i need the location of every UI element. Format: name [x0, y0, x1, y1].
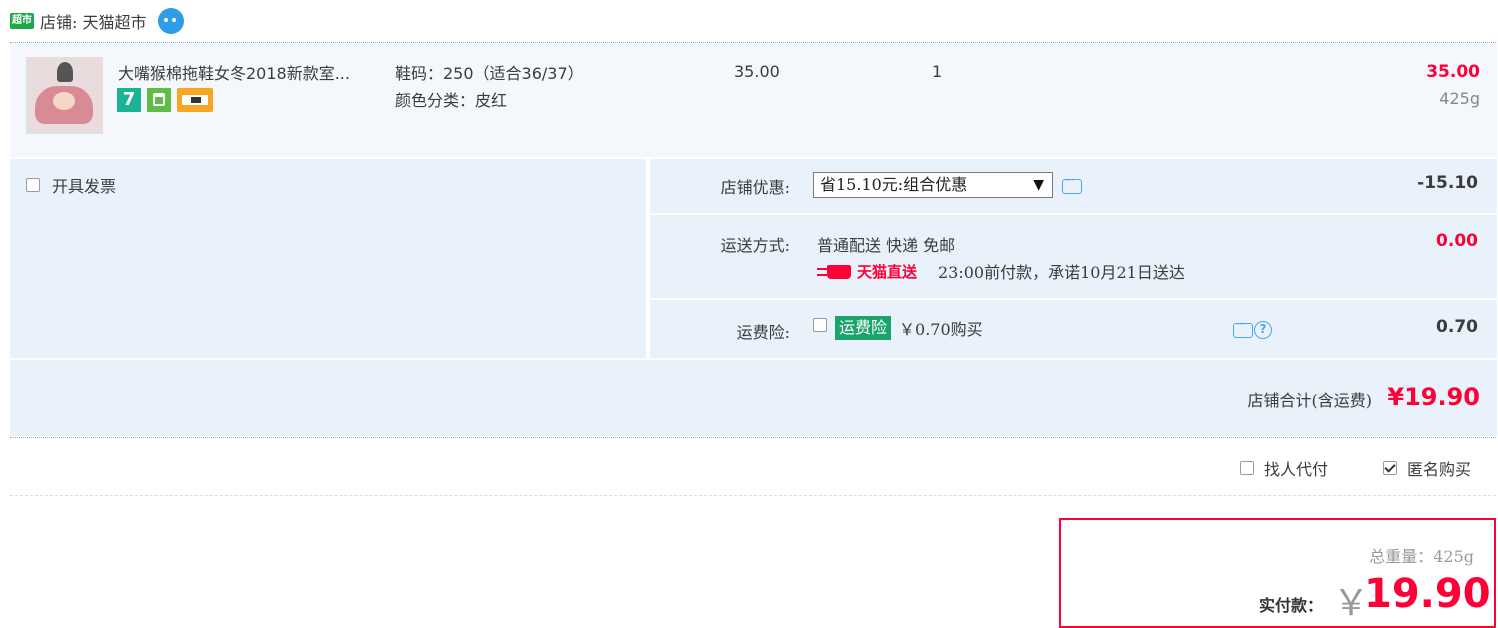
shipping-label: 运送方式:: [720, 236, 790, 255]
question-help-icon[interactable]: ?: [1254, 321, 1272, 339]
service-icons: 7: [117, 88, 213, 112]
shop-total-label: 店铺合计(含运费): [1247, 391, 1373, 410]
invoice-checkbox[interactable]: [26, 178, 40, 192]
actual-pay-label: 实付款：: [1259, 596, 1324, 615]
proxy-pay-label: 找人代付: [1264, 460, 1329, 479]
proxy-pay-option: 找人代付: [1240, 456, 1328, 480]
insurance-checkbox[interactable]: [813, 318, 827, 332]
discount-amount: -15.10: [1417, 173, 1478, 193]
shop-total-value: ¥19.90: [1387, 383, 1480, 411]
tmall-direct-label: 天猫直送: [857, 263, 918, 281]
unit-price: 35.00: [734, 62, 780, 81]
sku-color: 颜色分类：皮红: [395, 91, 508, 110]
shipping-amount: 0.00: [1436, 231, 1478, 251]
discount-select[interactable]: 省15.10元:组合优惠 ▼: [813, 172, 1053, 198]
invoice-option: 开具发票: [26, 173, 116, 197]
insurance-amount: 0.70: [1436, 317, 1478, 337]
quantity: 1: [932, 62, 943, 81]
product-thumbnail[interactable]: [26, 57, 103, 134]
insurance-option: 运费险 ￥0.70购买: [813, 316, 983, 340]
tmall-cat-icon: [817, 264, 853, 280]
shop-header: 超市 店铺: 天猫超市: [10, 6, 185, 36]
divider: [650, 298, 1497, 300]
insurance-price: ￥0.70购买: [899, 320, 983, 339]
tmall-direct-brand: 天猫直送: [817, 261, 917, 282]
insurance-help: ?: [1233, 317, 1272, 339]
discount-info-chat-icon[interactable]: [1062, 173, 1082, 194]
divider: [10, 495, 1496, 496]
product-title-link[interactable]: 大嘴猴棉拖鞋女冬2018新款室...: [118, 60, 350, 84]
anonymous-label: 匿名购买: [1407, 460, 1472, 479]
dropdown-arrow-icon: ▼: [1033, 177, 1044, 193]
invoice-label: 开具发票: [52, 177, 117, 196]
divider: [650, 213, 1497, 215]
discount-label: 店铺优惠:: [720, 178, 790, 197]
insurance-chat-icon[interactable]: [1233, 317, 1253, 338]
anonymous-checkbox[interactable]: [1383, 461, 1397, 475]
discount-selected-value: 省15.10元:组合优惠: [820, 175, 968, 194]
sku-size: 鞋码：250（适合36/37）: [395, 64, 584, 83]
seven-day-return-icon[interactable]: 7: [117, 88, 141, 112]
supermarket-badge-icon: 超市: [10, 13, 34, 29]
divider: [10, 437, 1496, 438]
guarantee-bag-icon[interactable]: [147, 88, 171, 112]
credit-card-icon[interactable]: [177, 88, 213, 112]
delivery-promise: 23:00前付款，承诺10月21日送达: [938, 263, 1185, 282]
actual-pay-value: 19.90: [1364, 571, 1491, 617]
shipping-method: 普通配送 快递 免邮: [817, 236, 956, 255]
shop-name-link[interactable]: 店铺: 天猫超市: [40, 9, 146, 33]
anonymous-option: 匿名购买: [1383, 456, 1471, 480]
item-weight: 425g: [1439, 89, 1480, 108]
insurance-badge: 运费险: [835, 316, 892, 340]
item-subtotal: 35.00: [1426, 62, 1480, 82]
insurance-label: 运费险:: [736, 323, 790, 342]
proxy-pay-checkbox[interactable]: [1240, 461, 1254, 475]
total-weight: 总重量：425g: [1369, 547, 1474, 566]
wangwang-chat-icon[interactable]: [158, 8, 185, 34]
